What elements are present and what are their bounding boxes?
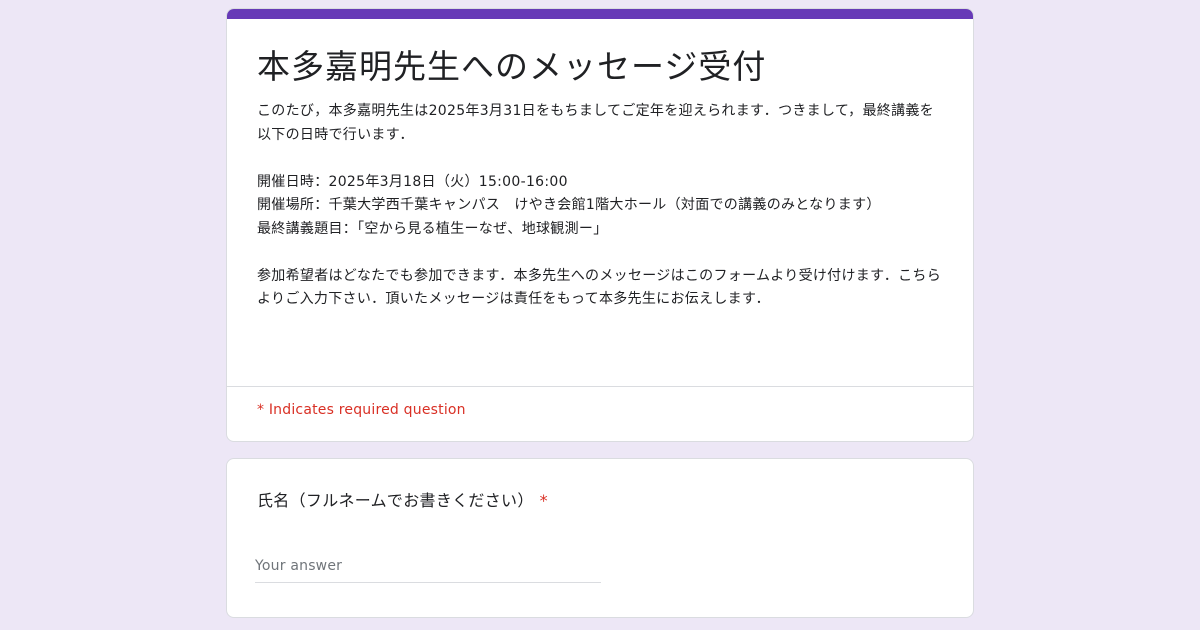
description-line [257, 147, 947, 171]
header-divider [227, 386, 973, 387]
question-title: 氏名（フルネームでお書きください） * [257, 487, 548, 511]
form-title: 本多嘉明先生へのメッセージ受付 [257, 47, 767, 86]
question-card-name: 氏名（フルネームでお書きください） * [226, 458, 974, 618]
description-line: 開催日時：2025年3月18日（火）15:00-16:00 [257, 173, 568, 190]
required-asterisk: * [539, 491, 548, 510]
name-answer-input[interactable] [255, 552, 601, 583]
description-line: 参加希望者はどなたでも参加できます．本多先生へのメッセージはこのフォームより受け… [257, 267, 942, 308]
description-line [257, 241, 947, 265]
form-description: このたび，本多嘉明先生は2025年3月31日をもちましてご定年を迎えられます．つ… [257, 100, 947, 312]
required-question-note: * Indicates required question [257, 402, 466, 418]
form-page: 本多嘉明先生へのメッセージ受付 このたび，本多嘉明先生は2025年3月31日をも… [0, 0, 1200, 630]
form-header-card: 本多嘉明先生へのメッセージ受付 このたび，本多嘉明先生は2025年3月31日をも… [226, 8, 974, 442]
theme-accent-bar [227, 9, 973, 19]
description-line: 最終講義題目：「空から見る植生ーなぜ、地球観測ー」 [257, 220, 608, 237]
description-line: 開催場所：千葉大学西千葉キャンパス けやき会館1階大ホール（対面での講義のみとな… [257, 197, 881, 213]
question-label-text: 氏名（フルネームでお書きください） [257, 491, 534, 510]
description-line: このたび，本多嘉明先生は2025年3月31日をもちましてご定年を迎えられます．つ… [257, 103, 934, 143]
